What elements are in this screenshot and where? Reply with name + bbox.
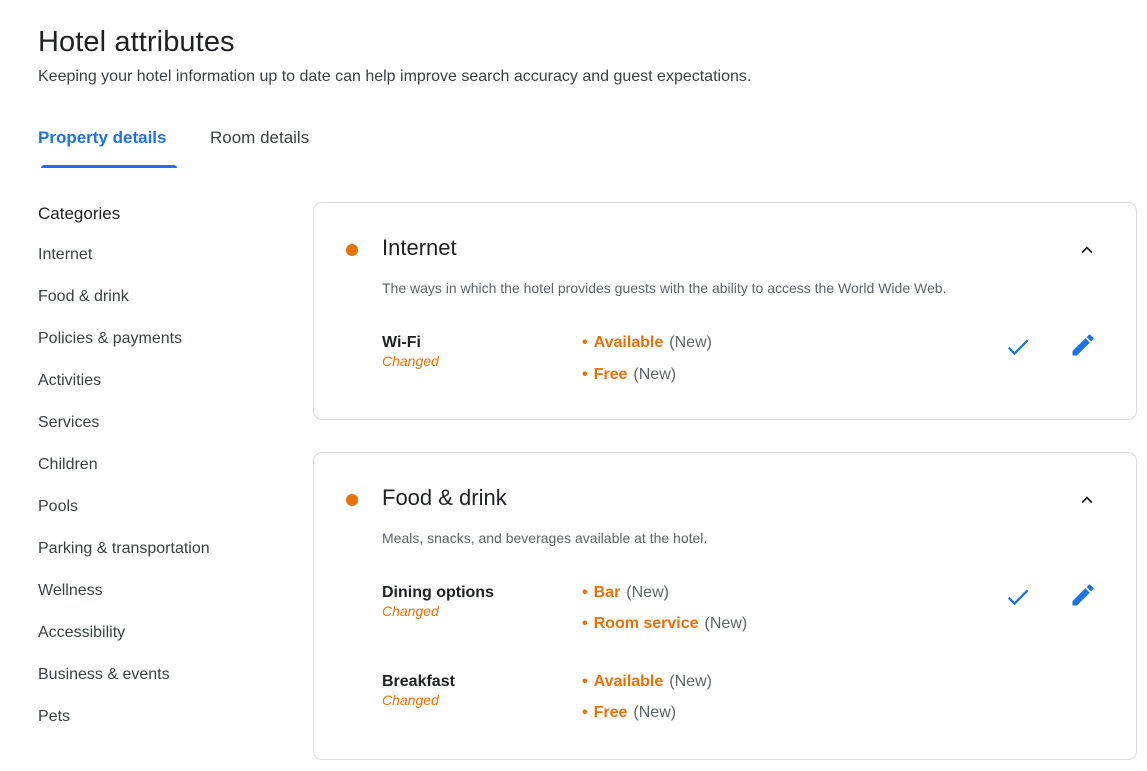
- bullet-icon: •: [582, 615, 588, 632]
- value-new-tag: (New): [633, 366, 677, 383]
- pencil-icon[interactable]: [1069, 331, 1097, 359]
- attribute-value: • Available (New): [582, 673, 712, 691]
- section-title: Internet: [382, 235, 457, 260]
- value-new-tag: (New): [626, 584, 669, 601]
- attribute-value: • Room service (New): [582, 615, 747, 633]
- check-icon[interactable]: [1004, 333, 1032, 361]
- categories-heading: Categories: [38, 204, 121, 223]
- attribute-status: Changed: [382, 692, 439, 708]
- attribute-name: Breakfast: [382, 673, 455, 690]
- page-title: Hotel attributes: [38, 26, 235, 58]
- bullet-icon: •: [582, 584, 588, 601]
- pencil-icon[interactable]: [1069, 581, 1097, 609]
- sidebar-item-services[interactable]: Services: [38, 414, 210, 456]
- sidebar-item-pets[interactable]: Pets: [38, 708, 210, 750]
- bullet-icon: •: [582, 366, 588, 383]
- sidebar-item-business-events[interactable]: Business & events: [38, 666, 210, 708]
- orange-dot-icon: [346, 494, 358, 506]
- page-subtitle: Keeping your hotel information up to dat…: [38, 68, 752, 85]
- section-description: Meals, snacks, and beverages available a…: [382, 530, 708, 546]
- value-new-tag: (New): [633, 704, 677, 721]
- value-label: Bar: [593, 584, 621, 601]
- value-new-tag: (New): [704, 615, 748, 632]
- section-description: The ways in which the hotel provides gue…: [382, 280, 947, 296]
- value-label: Available: [593, 334, 664, 351]
- attribute-value: • Free (New): [582, 704, 676, 722]
- chevron-up-icon[interactable]: [1076, 489, 1098, 511]
- orange-dot-icon: [346, 244, 358, 256]
- chevron-up-icon[interactable]: [1076, 239, 1098, 261]
- sidebar-item-wellness[interactable]: Wellness: [38, 582, 210, 624]
- attribute-status: Changed: [382, 603, 439, 619]
- active-tab-indicator: [41, 165, 177, 168]
- attribute-status: Changed: [382, 353, 439, 369]
- section-title: Food & drink: [382, 485, 507, 510]
- value-label: Room service: [593, 615, 699, 632]
- value-new-tag: (New): [669, 673, 712, 690]
- value-label: Available: [593, 673, 664, 690]
- value-new-tag: (New): [669, 334, 712, 351]
- attribute-name: Wi-Fi: [382, 334, 421, 351]
- tab-room-details[interactable]: Room details: [210, 128, 309, 148]
- categories-list: Internet Food & drink Policies & payment…: [38, 246, 210, 750]
- value-label: Free: [593, 704, 628, 721]
- sidebar-item-food-drink[interactable]: Food & drink: [38, 288, 210, 330]
- bullet-icon: •: [582, 704, 588, 721]
- sidebar-item-pools[interactable]: Pools: [38, 498, 210, 540]
- section-card-internet: Internet The ways in which the hotel pro…: [313, 202, 1137, 420]
- sidebar-item-parking-transportation[interactable]: Parking & transportation: [38, 540, 210, 582]
- sidebar-item-activities[interactable]: Activities: [38, 372, 210, 414]
- attribute-value: • Available (New): [582, 334, 712, 352]
- attribute-name: Dining options: [382, 584, 494, 601]
- sidebar-item-policies-payments[interactable]: Policies & payments: [38, 330, 210, 372]
- attribute-value: • Free (New): [582, 366, 676, 384]
- sidebar-item-accessibility[interactable]: Accessibility: [38, 624, 210, 666]
- bullet-icon: •: [582, 334, 588, 351]
- sidebar-item-children[interactable]: Children: [38, 456, 210, 498]
- check-icon[interactable]: [1004, 583, 1032, 611]
- tab-property-details[interactable]: Property details: [38, 128, 167, 148]
- sidebar-item-internet[interactable]: Internet: [38, 246, 210, 288]
- value-label: Free: [593, 366, 628, 383]
- attribute-value: • Bar (New): [582, 584, 669, 602]
- bullet-icon: •: [582, 673, 588, 690]
- section-card-food-drink: Food & drink Meals, snacks, and beverage…: [313, 452, 1137, 760]
